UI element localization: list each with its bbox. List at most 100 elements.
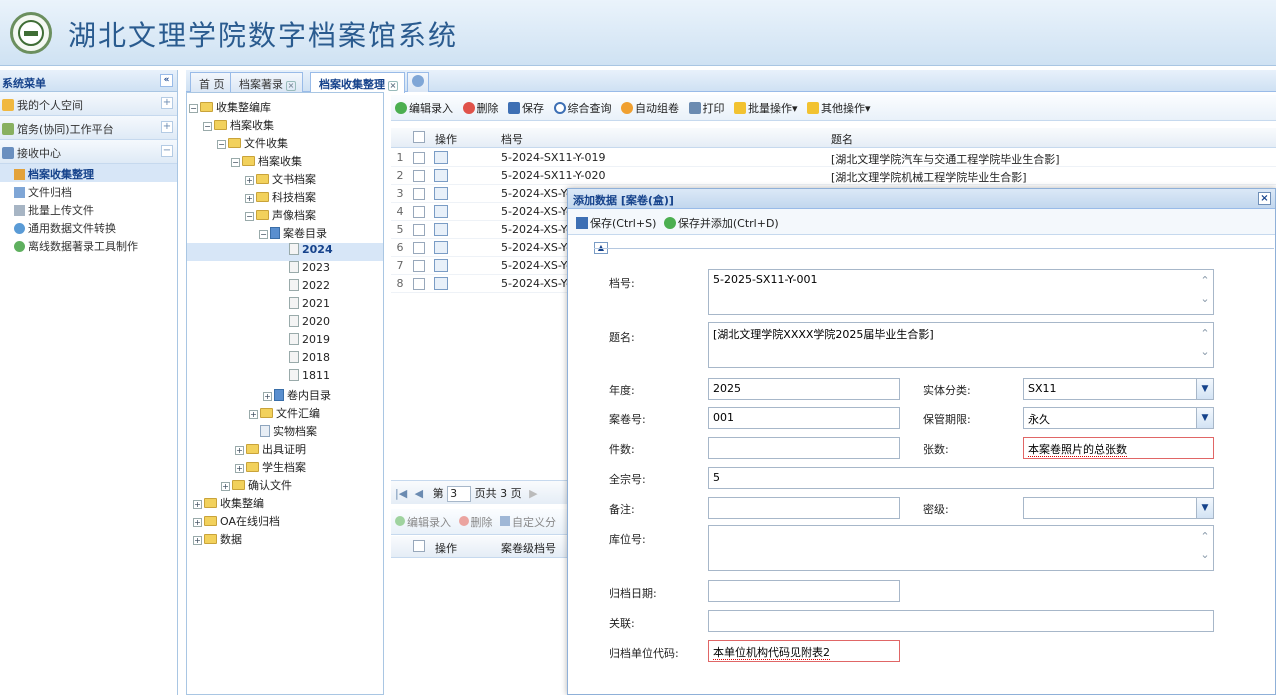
menu-section-receive-center[interactable]: 接收中心 − <box>0 140 177 164</box>
tree-node[interactable]: − 档案收集 <box>231 153 302 171</box>
save-button[interactable]: 保存 <box>508 100 544 116</box>
menu-item-batch-upload[interactable]: 批量上传文件 <box>0 200 177 218</box>
tree-node[interactable]: − 档案收集 <box>203 117 274 135</box>
chevron-down-icon[interactable]: ▼ <box>1196 498 1213 518</box>
tree-node[interactable]: + 卷内目录 <box>263 387 331 405</box>
menu-item-archive-collect[interactable]: 档案收集整理 <box>0 164 177 182</box>
edit-icon[interactable] <box>434 187 448 200</box>
collapse-icon[interactable]: − <box>231 158 240 167</box>
menu-section-personal[interactable]: 我的个人空间 + <box>0 92 177 116</box>
tree-node[interactable]: 2018 <box>289 351 330 369</box>
fonds-no-field[interactable]: 5 <box>708 467 1214 489</box>
collapse-icon[interactable]: − <box>189 104 198 113</box>
archive-no-field[interactable]: 5-2025-SX11-Y-001 ⌃ ⌄ <box>708 269 1214 315</box>
edit-icon[interactable] <box>434 151 448 164</box>
collapse-icon[interactable]: − <box>161 145 173 157</box>
tab-menu-icon[interactable] <box>407 72 429 92</box>
dialog-save-button[interactable]: 保存(Ctrl+S) <box>576 217 656 230</box>
prev-page-icon[interactable]: ◀ <box>415 487 423 500</box>
expand-icon[interactable]: + <box>263 392 272 401</box>
volume-no-field[interactable]: 001 <box>708 407 900 429</box>
category-select[interactable]: SX11 ▼ <box>1023 378 1214 400</box>
collapse-icon[interactable]: − <box>245 212 254 221</box>
collapse-icon[interactable]: − <box>259 230 268 239</box>
retention-select[interactable]: 永久 ▼ <box>1023 407 1214 429</box>
menu-item-file-archive[interactable]: 文件归档 <box>0 182 177 200</box>
tree-node[interactable]: + 科技档案 <box>245 189 316 207</box>
collapse-menu-icon[interactable]: « <box>160 74 173 87</box>
edit-icon[interactable] <box>434 259 448 272</box>
expand-icon[interactable]: + <box>161 121 173 133</box>
row-checkbox[interactable] <box>413 242 425 254</box>
menu-section-workspace[interactable]: 馆务(协同)工作平台 + <box>0 116 177 140</box>
title-field[interactable]: [湖北文理学院XXXX学院2025届毕业生合影] ⌃ ⌄ <box>708 322 1214 368</box>
tree-node[interactable]: + OA在线归档 <box>193 513 280 531</box>
tree-node[interactable]: − 文件收集 <box>217 135 288 153</box>
menu-item-offline-tool[interactable]: 离线数据著录工具制作 <box>0 236 177 254</box>
unit-code-field[interactable]: 本单位机构代码见附表2 <box>708 640 900 662</box>
tree-node[interactable]: + 文件汇编 <box>249 405 320 423</box>
tree-node[interactable]: 2023 <box>289 261 330 279</box>
tree-node[interactable]: 2021 <box>289 297 330 315</box>
tab-home[interactable]: 首 页 <box>190 72 232 92</box>
tree-node-selected[interactable]: 2024 <box>187 243 383 261</box>
select-all-checkbox[interactable] <box>413 131 425 143</box>
tree-node[interactable]: + 确认文件 <box>221 477 292 495</box>
row-checkbox[interactable] <box>413 206 425 218</box>
tree-node[interactable]: + 出具证明 <box>235 441 306 459</box>
row-checkbox[interactable] <box>413 278 425 290</box>
column-header-op[interactable]: 操作 <box>435 131 457 147</box>
tree-node[interactable]: − 声像档案 <box>245 207 316 225</box>
row-checkbox[interactable] <box>413 170 425 182</box>
sheet-count-field[interactable]: 本案卷照片的总张数 <box>1023 437 1214 459</box>
tab-archive-collect[interactable]: 档案收集整理 × <box>310 72 405 93</box>
close-icon[interactable]: × <box>286 81 296 91</box>
tree-node[interactable]: + 数据 <box>193 531 242 549</box>
row-checkbox[interactable] <box>413 152 425 164</box>
edit-icon[interactable] <box>434 277 448 290</box>
detail-custom-button[interactable]: 自定义分 <box>500 516 556 529</box>
page-input[interactable]: 3 <box>447 486 472 502</box>
expand-icon[interactable]: + <box>221 482 230 491</box>
detail-edit-button[interactable]: 编辑录入 <box>395 516 451 529</box>
select-all-checkbox[interactable] <box>413 540 425 552</box>
tree-node[interactable]: − 收集整编库 <box>189 99 271 117</box>
detail-delete-button[interactable]: 删除 <box>458 516 493 529</box>
column-header-op[interactable]: 操作 <box>435 540 457 556</box>
expand-icon[interactable]: + <box>235 464 244 473</box>
close-icon[interactable]: × <box>1258 192 1271 205</box>
first-page-icon[interactable]: |◀ <box>395 487 407 500</box>
archive-date-field[interactable] <box>708 580 900 602</box>
edit-icon[interactable] <box>434 205 448 218</box>
edit-entry-button[interactable]: 编辑录入 <box>395 100 453 116</box>
secrecy-select[interactable]: ▼ <box>1023 497 1214 519</box>
chevron-down-icon[interactable]: ▼ <box>1196 379 1213 399</box>
expand-icon[interactable]: + <box>161 97 173 109</box>
tree-node[interactable]: − 案卷目录 <box>259 225 327 243</box>
edit-icon[interactable] <box>434 169 448 182</box>
tree-node[interactable]: + 学生档案 <box>235 459 306 477</box>
column-header-title[interactable]: 题名 <box>831 131 853 147</box>
tree-node[interactable]: 2020 <box>289 315 330 333</box>
menu-item-convert[interactable]: 通用数据文件转换 <box>0 218 177 236</box>
scroll-icon[interactable]: ⌃ ⌄ <box>1199 272 1211 308</box>
collapse-icon[interactable]: − <box>217 140 226 149</box>
search-button[interactable]: 综合查询 <box>553 100 612 116</box>
expand-icon[interactable]: + <box>249 410 258 419</box>
year-field[interactable]: 2025 <box>708 378 900 400</box>
row-checkbox[interactable] <box>413 188 425 200</box>
auto-group-button[interactable]: 自动组卷 <box>621 100 679 116</box>
tree-node[interactable]: + 文书档案 <box>245 171 316 189</box>
relation-field[interactable] <box>708 610 1214 632</box>
next-page-icon[interactable]: ▶ <box>529 487 537 500</box>
expand-icon[interactable]: + <box>235 446 244 455</box>
tree-node[interactable]: 1811 <box>289 369 330 387</box>
location-field[interactable]: ⌃ ⌄ <box>708 525 1214 571</box>
chevron-down-icon[interactable]: ▼ <box>1196 408 1213 428</box>
tree-node[interactable]: 2019 <box>289 333 330 351</box>
row-checkbox[interactable] <box>413 260 425 272</box>
delete-button[interactable]: 删除 <box>462 100 499 116</box>
row-checkbox[interactable] <box>413 224 425 236</box>
close-icon[interactable]: × <box>388 81 398 91</box>
scroll-icon[interactable]: ⌃ ⌄ <box>1199 325 1211 361</box>
